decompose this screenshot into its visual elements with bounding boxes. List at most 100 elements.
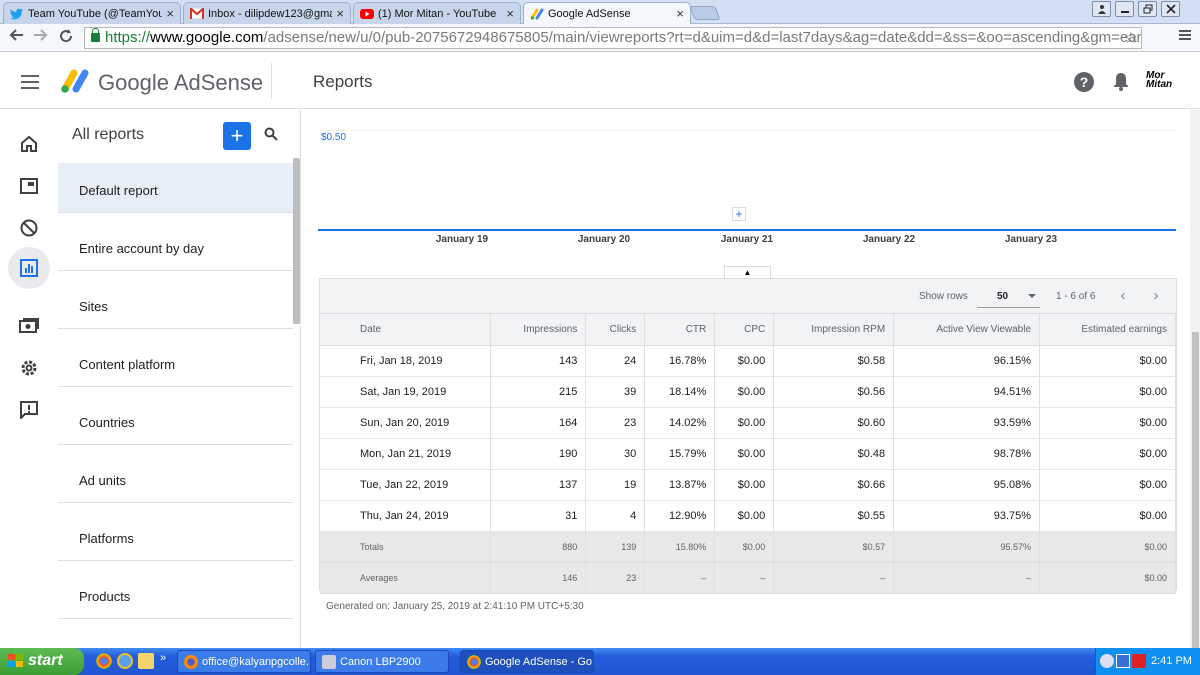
table-cell: 24 bbox=[585, 345, 646, 377]
report-item-platforms[interactable]: Platforms bbox=[58, 511, 293, 561]
restore-icon[interactable] bbox=[1138, 1, 1157, 17]
previous-page-button[interactable]: ‹ bbox=[1110, 286, 1136, 307]
chrome-quicklaunch-icon[interactable] bbox=[96, 653, 112, 669]
table-cell: 190 bbox=[490, 438, 587, 470]
table-cell: 93.75% bbox=[893, 500, 1041, 532]
page-scrollbar-thumb[interactable] bbox=[1192, 332, 1199, 648]
taskbar-button-firefox[interactable]: office@kalyanpgcolle... bbox=[177, 650, 311, 673]
app-header: Google AdSense Reports ? Mor Mitan bbox=[0, 53, 1200, 109]
browser-tab-youtube[interactable]: (1) Mor Mitan - YouTube × bbox=[353, 2, 521, 24]
report-item-content-platform[interactable]: Content platform bbox=[58, 337, 293, 387]
chart-y-label: $0.50 bbox=[321, 132, 347, 143]
column-header[interactable]: Estimated earnings bbox=[1039, 314, 1176, 346]
table-cell: $0.00 bbox=[714, 407, 775, 439]
new-tab-button[interactable] bbox=[689, 6, 721, 20]
page-scrollbar[interactable] bbox=[1190, 110, 1200, 648]
page-title: Reports bbox=[313, 72, 373, 91]
table-cell: $0.00 bbox=[1039, 531, 1176, 563]
chart-x-tick: January 20 bbox=[577, 234, 631, 245]
browser-tab-gmail[interactable]: Inbox - dilipdew123@gmail.c × bbox=[183, 2, 351, 24]
rows-per-page-select[interactable]: 50 bbox=[977, 285, 1040, 308]
chart-series-line bbox=[318, 229, 1176, 231]
forward-arrow-icon[interactable] bbox=[33, 28, 49, 47]
youtube-icon bbox=[360, 7, 374, 21]
column-header[interactable]: Impressions bbox=[490, 314, 587, 346]
antivirus-icon[interactable] bbox=[1132, 654, 1146, 668]
table-cell: 98.78% bbox=[893, 438, 1041, 470]
column-header[interactable]: Clicks bbox=[585, 314, 646, 346]
table-cell: 30 bbox=[585, 438, 646, 470]
email-quicklaunch-icon[interactable] bbox=[138, 653, 154, 669]
table-cell: 4 bbox=[585, 500, 646, 532]
start-label: start bbox=[28, 652, 63, 669]
report-item-ad-units[interactable]: Ad units bbox=[58, 453, 293, 503]
table-cell: $0.57 bbox=[773, 531, 895, 563]
reports-panel-title: All reports bbox=[72, 126, 145, 143]
block-controls-icon[interactable] bbox=[11, 210, 47, 246]
address-bar[interactable]: https://www.google.com/adsense/new/u/0/p… bbox=[84, 27, 1142, 49]
close-window-icon[interactable] bbox=[1161, 1, 1180, 17]
home-icon[interactable] bbox=[11, 126, 47, 162]
payments-icon[interactable] bbox=[11, 308, 47, 344]
close-tab-icon[interactable]: × bbox=[336, 6, 344, 21]
report-item-products[interactable]: Products bbox=[58, 569, 293, 619]
browser-tab-adsense[interactable]: Google AdSense × bbox=[523, 2, 691, 24]
chart-annotation-marker[interactable]: + bbox=[732, 207, 746, 221]
printer-icon bbox=[322, 655, 336, 669]
add-report-button[interactable]: + bbox=[223, 122, 251, 150]
table-row: Sun, Jan 20, 2019 164 23 14.02% $0.00 $0.60 93… bbox=[320, 407, 1176, 439]
report-item-sites[interactable]: Sites bbox=[58, 279, 293, 329]
taskbar-button-printer[interactable]: Canon LBP2900 bbox=[315, 650, 449, 673]
next-page-button[interactable]: › bbox=[1143, 286, 1169, 307]
column-header[interactable]: CPC bbox=[714, 314, 775, 346]
table-cell: $0.55 bbox=[773, 500, 895, 532]
system-clock: 2:41 PM bbox=[1151, 655, 1192, 667]
search-icon[interactable] bbox=[264, 127, 278, 146]
reload-icon[interactable] bbox=[58, 28, 74, 49]
back-arrow-icon[interactable] bbox=[8, 28, 24, 47]
column-header[interactable]: Active View Viewable bbox=[893, 314, 1041, 346]
report-item-entire-account-by-day[interactable]: Entire account by day bbox=[58, 221, 293, 271]
report-item-default-report[interactable]: Default report bbox=[58, 163, 293, 213]
data-table: Date Impressions Clicks CTR CPC Impressi… bbox=[320, 314, 1176, 594]
internet-explorer-icon[interactable] bbox=[117, 653, 133, 669]
user-icon[interactable] bbox=[1092, 1, 1111, 17]
settings-gear-icon[interactable] bbox=[11, 350, 47, 386]
feedback-icon[interactable] bbox=[11, 392, 47, 428]
table-cell: $0.00 bbox=[714, 531, 775, 563]
table-cell: $0.60 bbox=[773, 407, 895, 439]
account-avatar[interactable]: Mor Mitan bbox=[1146, 71, 1176, 91]
report-item-countries[interactable]: Countries bbox=[58, 395, 293, 445]
table-row: Sat, Jan 19, 2019 215 39 18.14% $0.00 $0.56 94… bbox=[320, 376, 1176, 408]
close-tab-icon[interactable]: × bbox=[166, 6, 174, 21]
reports-scrollbar[interactable] bbox=[293, 158, 300, 324]
tab-label: Inbox - dilipdew123@gmail.c bbox=[208, 7, 332, 20]
taskbar-button-chrome[interactable]: Google AdSense - Go... bbox=[460, 650, 594, 673]
bookmark-star-icon[interactable]: ☆ bbox=[1124, 28, 1138, 48]
table-header-row: Date Impressions Clicks CTR CPC Impressi… bbox=[320, 314, 1176, 346]
table-cell: 94.51% bbox=[893, 376, 1041, 408]
ads-icon[interactable] bbox=[11, 168, 47, 204]
table-cell: Thu, Jan 24, 2019 bbox=[320, 500, 492, 532]
close-tab-icon[interactable]: × bbox=[506, 6, 514, 21]
browser-menu-icon[interactable] bbox=[1178, 28, 1192, 47]
minimize-icon[interactable] bbox=[1115, 1, 1134, 17]
network-icon[interactable] bbox=[1116, 654, 1130, 668]
column-header[interactable]: Impression RPM bbox=[773, 314, 895, 346]
column-header[interactable]: CTR bbox=[644, 314, 716, 346]
table-cell: 139 bbox=[585, 531, 646, 563]
browser-tab-twitter[interactable]: Team YouTube (@TeamYouT × bbox=[3, 2, 181, 24]
column-header[interactable]: Date bbox=[320, 314, 492, 346]
start-button[interactable]: start bbox=[0, 648, 84, 675]
notifications-bell-icon[interactable] bbox=[1112, 71, 1130, 91]
collapse-chart-button[interactable]: ▲ bbox=[724, 266, 771, 278]
report-item-entire-account-by-week[interactable]: Entire account by week bbox=[58, 627, 293, 648]
reports-icon[interactable] bbox=[8, 247, 50, 289]
table-cell: $0.00 bbox=[714, 438, 775, 470]
tray-arrow-icon[interactable] bbox=[1100, 654, 1114, 668]
table-cell: 137 bbox=[490, 469, 587, 501]
quicklaunch-overflow[interactable]: » bbox=[160, 652, 166, 664]
main-menu-icon[interactable] bbox=[21, 75, 39, 89]
close-tab-icon[interactable]: × bbox=[676, 6, 684, 21]
help-icon[interactable]: ? bbox=[1074, 72, 1094, 92]
